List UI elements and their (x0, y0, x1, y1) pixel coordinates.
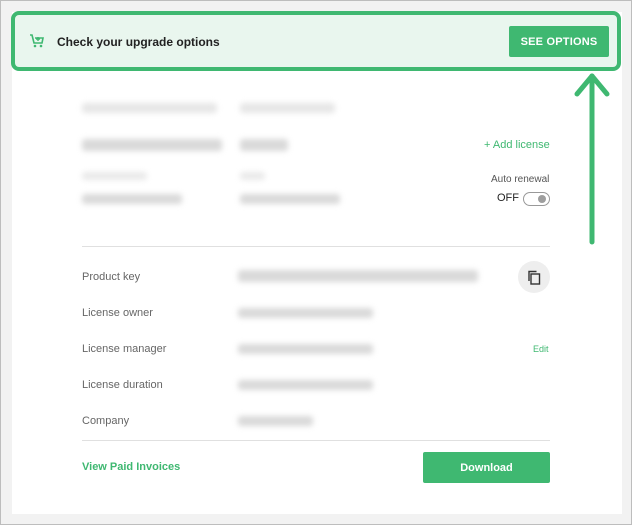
auto-renewal-label: Auto renewal (491, 174, 550, 185)
redacted-text (238, 380, 373, 390)
auto-renewal-toggle[interactable] (523, 192, 550, 206)
redacted-text (238, 308, 373, 318)
redacted-text (238, 344, 373, 354)
edit-manager-link[interactable]: Edit (533, 344, 549, 354)
annotation-arrow (574, 73, 610, 245)
download-button[interactable]: Download (423, 452, 550, 483)
copy-icon (528, 270, 541, 285)
redacted-text (238, 270, 478, 282)
redacted-text (82, 139, 222, 151)
redacted-text (82, 103, 217, 113)
product-key-label: Product key (82, 271, 141, 283)
view-paid-invoices-link[interactable]: View Paid Invoices (82, 461, 180, 473)
license-duration-label: License duration (82, 379, 163, 391)
auto-renewal-state: OFF (497, 192, 519, 204)
add-license-link[interactable]: + Add license (484, 139, 550, 151)
redacted-text (240, 194, 340, 204)
company-label: Company (82, 415, 130, 427)
banner-text: Check your upgrade options (57, 35, 220, 49)
see-options-button[interactable]: SEE OPTIONS (509, 26, 609, 57)
redacted-text (82, 194, 182, 204)
upgrade-banner: Check your upgrade options SEE OPTIONS (11, 11, 621, 71)
toggle-knob (538, 195, 546, 203)
license-manager-label: License manager (82, 343, 167, 355)
redacted-text (240, 103, 335, 113)
redacted-text (240, 139, 288, 151)
divider (82, 440, 550, 441)
license-owner-label: License owner (82, 307, 153, 319)
redacted-text (82, 172, 147, 180)
cart-upgrade-icon (29, 33, 45, 49)
redacted-text (240, 172, 265, 180)
redacted-text (238, 416, 313, 426)
divider (82, 246, 550, 247)
copy-button[interactable] (518, 261, 550, 293)
